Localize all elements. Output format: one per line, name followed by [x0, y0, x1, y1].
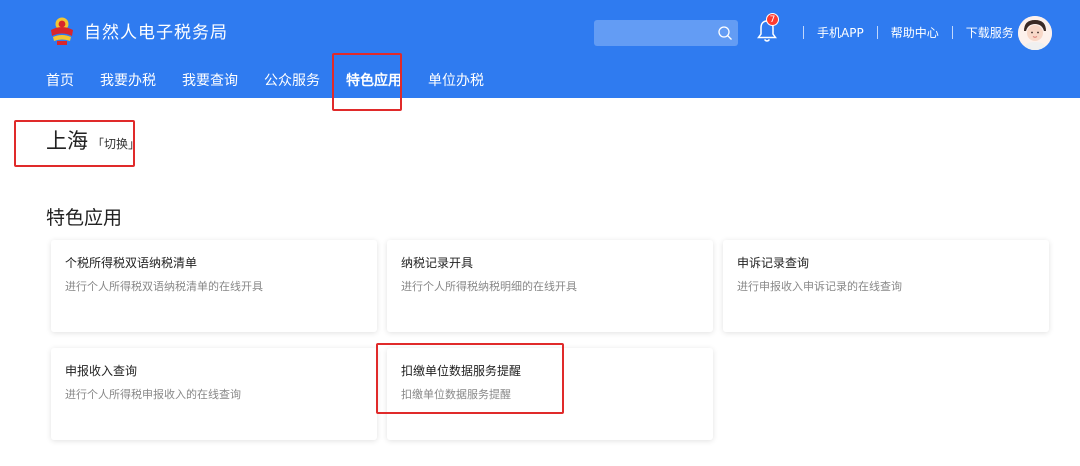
- region-switch-link[interactable]: 「切换」: [92, 135, 140, 152]
- section-title: 特色应用: [46, 207, 123, 229]
- header-bar: 自然人电子税务局 7 手机APP 帮助中心 下载服务 首页 我要办税 我要查询 …: [0, 0, 1080, 98]
- card-title: 纳税记录开具: [401, 256, 474, 270]
- region-name: 上海: [46, 129, 88, 153]
- avatar[interactable]: [1018, 16, 1052, 50]
- divider: [876, 26, 878, 39]
- card-description: 进行个人所得税双语纳税清单的在线开具: [65, 280, 263, 293]
- card-description: 进行个人所得税申报收入的在线查询: [65, 388, 241, 401]
- card-appeal-record-query[interactable]: 申诉记录查询 进行申报收入申诉记录的在线查询: [723, 240, 1049, 332]
- brand[interactable]: 自然人电子税务局: [48, 14, 228, 46]
- card-description: 进行申报收入申诉记录的在线查询: [737, 280, 902, 293]
- mobile-app-link[interactable]: 手机APP: [817, 24, 864, 41]
- card-tax-record-issue[interactable]: 纳税记录开具 进行个人所得税纳税明细的在线开具: [387, 240, 713, 332]
- card-title: 申诉记录查询: [737, 256, 810, 270]
- nav-item-tax-handling[interactable]: 我要办税: [100, 70, 156, 90]
- nav-item-employer-tax[interactable]: 单位办税: [428, 70, 484, 90]
- nav-item-public-service[interactable]: 公众服务: [264, 70, 320, 90]
- national-emblem-icon: [51, 17, 73, 45]
- nav-item-query[interactable]: 我要查询: [182, 70, 238, 90]
- help-center-link[interactable]: 帮助中心: [891, 24, 939, 41]
- region-selector: 上海 「切换」: [46, 125, 140, 155]
- top-links: 手机APP 帮助中心 下载服务: [790, 24, 1014, 41]
- main-nav: 首页 我要办税 我要查询 公众服务 特色应用 单位办税: [46, 70, 510, 90]
- card-title: 个税所得税双语纳税清单: [65, 256, 198, 270]
- card-description: 进行个人所得税纳税明细的在线开具: [401, 280, 577, 293]
- card-declared-income-query[interactable]: 申报收入查询 进行个人所得税申报收入的在线查询: [51, 348, 377, 440]
- download-service-link[interactable]: 下载服务: [966, 24, 1014, 41]
- card-title: 申报收入查询: [65, 364, 138, 378]
- nav-item-home[interactable]: 首页: [46, 70, 74, 90]
- card-bilingual-tax-list[interactable]: 个税所得税双语纳税清单 进行个人所得税双语纳税清单的在线开具: [51, 240, 377, 332]
- card-withholding-data-reminder[interactable]: 扣缴单位数据服务提醒 扣缴单位数据服务提醒: [387, 348, 713, 440]
- card-description: 扣缴单位数据服务提醒: [401, 388, 511, 401]
- card-title: 扣缴单位数据服务提醒: [401, 364, 522, 378]
- divider: [951, 26, 953, 39]
- nav-item-featured-apps[interactable]: 特色应用: [346, 70, 402, 90]
- user-avatar-icon: [1018, 16, 1052, 50]
- notification-badge: 7: [766, 13, 779, 26]
- search-input[interactable]: [594, 20, 738, 46]
- search-icon[interactable]: [717, 25, 733, 41]
- app-title: 自然人电子税务局: [84, 22, 228, 43]
- divider: [803, 26, 804, 39]
